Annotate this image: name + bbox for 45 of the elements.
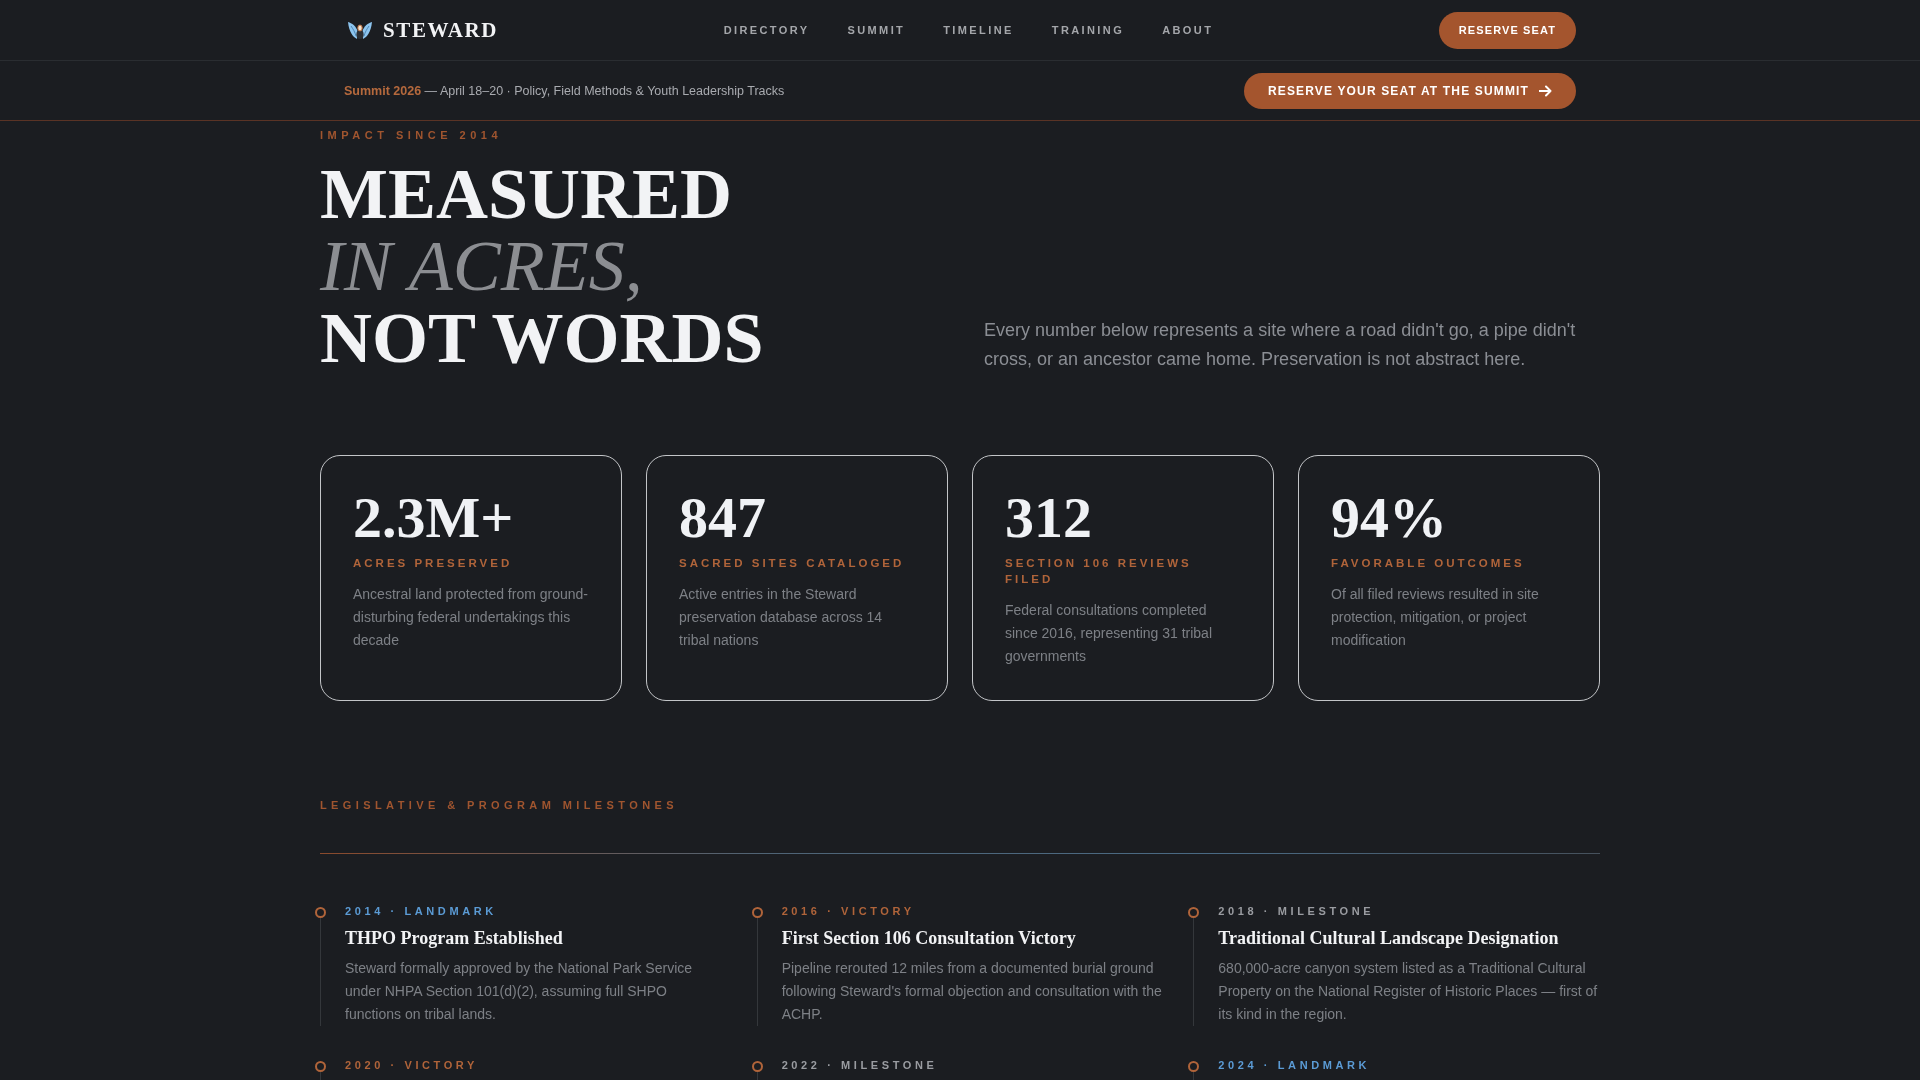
stat-description: Active entries in the Steward preservation database across 14 tribal nations — [679, 585, 884, 650]
timeline-ring-icon — [315, 907, 326, 918]
milestone-tag: 2018 · MILESTONE — [1218, 904, 1600, 918]
milestone-description: Pipeline rerouted 12 miles from a documented burial ground following Steward's formal objection and consultation with the ACHP. — [781, 959, 1163, 1024]
milestone-title: First Section 106 Consultation Victory — [781, 927, 1077, 950]
nav-link[interactable]: TRAINING — [1051, 24, 1125, 36]
reserve-seat-button[interactable]: RESERVE SEAT — [1438, 11, 1576, 49]
milestone-description: Steward formally approved by the National Park Service under NHPA Section 101(d)(2), assuming full SHPO functions on tribal lands. — [345, 959, 694, 1024]
timeline-ring-icon — [751, 1061, 763, 1072]
stat-value: 847 — [679, 489, 767, 547]
milestone-title: Traditional Cultural Landscape Designation — [1218, 927, 1560, 950]
nav-link[interactable]: DIRECTORY — [723, 24, 810, 36]
stat-label: ACRES PRESERVED — [353, 556, 514, 571]
milestone-tag: 2024 · LANDMARK — [1218, 1058, 1600, 1072]
arrow-right-icon — [1539, 84, 1552, 97]
milestone-title: THPO Program Established — [345, 927, 564, 950]
milestone-tag: 2020 · VICTORY — [345, 1058, 727, 1072]
eyebrow-label: IMPACT SINCE 2014 — [320, 128, 504, 142]
timeline-ring-icon — [751, 907, 763, 918]
milestone-description: 680,000-acre canyon system listed as a Traditional Cultural Property on the National Register of Historic Places — first of its kind in the region. — [1218, 959, 1599, 1024]
stat-label: SECTION 106 REVIEWS FILED — [1005, 556, 1193, 587]
nav-link[interactable]: ABOUT — [1162, 24, 1214, 36]
announcement-text: Summit 2026 — April 18–20 · Policy, Field Methods & Youth Leadership Tracks — [344, 83, 785, 98]
timeline-ring-icon — [315, 1061, 326, 1072]
stat-value: 312 — [1005, 489, 1093, 547]
hero-headline: MEASURED IN ACRES, NOT WORDS — [320, 158, 765, 374]
stat-description: Ancestral land protected from ground-disturbing federal undertakings this decade — [353, 585, 589, 650]
timeline-ring-icon — [1188, 907, 1200, 918]
nav-link[interactable]: TIMELINE — [943, 24, 1014, 36]
stat-value: 94% — [1331, 489, 1448, 547]
winged-emblem-icon[interactable] — [347, 20, 373, 40]
brand-name[interactable]: STEWARD — [383, 17, 499, 43]
section-label: LEGISLATIVE & PROGRAM MILESTONES — [320, 798, 679, 812]
timeline-ring-icon — [1188, 1061, 1200, 1072]
stat-description: Federal consultations completed since 2016, representing 31 tribal governments — [1005, 601, 1214, 666]
stat-label: SACRED SITES CATALOGED — [679, 556, 906, 571]
milestone-tag: 2022 · MILESTONE — [781, 1058, 1164, 1072]
reserve-summit-button[interactable]: RESERVE YOUR SEAT AT THE SUMMIT — [1244, 72, 1576, 109]
milestone-tag: 2016 · VICTORY — [781, 904, 1164, 918]
stat-value: 2.3M+ — [353, 489, 515, 547]
nav-link[interactable]: SUMMIT — [847, 24, 906, 36]
stat-label: FAVORABLE OUTCOMES — [1331, 556, 1526, 571]
milestone-tag: 2014 · LANDMARK — [345, 904, 727, 918]
stat-description: Of all filed reviews resulted in site protection, mitigation, or project modification — [1331, 585, 1540, 650]
intro-paragraph: Every number below represents a site where a road didn't go, a pipe didn't cross, or an ancestor came home. Preservation is not abstract here. — [984, 319, 1577, 371]
